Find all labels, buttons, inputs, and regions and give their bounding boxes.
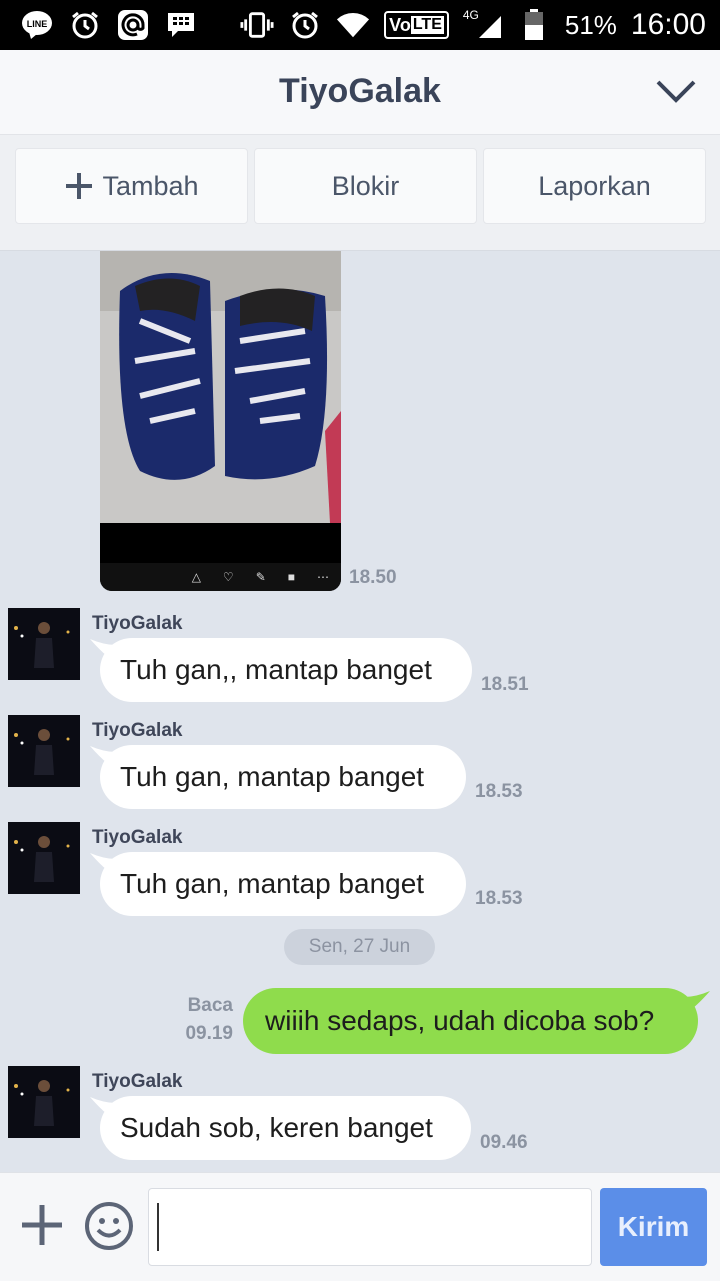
- svg-text:LINE: LINE: [27, 19, 48, 29]
- clock: 16:00: [630, 8, 706, 41]
- avatar[interactable]: [8, 608, 80, 680]
- battery-level: 51%: [564, 9, 617, 40]
- chevron-down-icon[interactable]: [654, 74, 698, 110]
- message-time: 18.51: [481, 674, 529, 695]
- sender-name: TiyoGalak: [92, 613, 183, 634]
- at-icon: [116, 8, 150, 42]
- volte-icon: Vo LTE: [384, 11, 449, 39]
- volte-prefix: Vo: [389, 14, 411, 35]
- avatar[interactable]: [8, 1066, 80, 1138]
- avatar[interactable]: [8, 715, 80, 787]
- send-button[interactable]: Kirim: [600, 1188, 707, 1266]
- add-friend-label: Tambah: [102, 170, 199, 201]
- alarm-icon: [288, 8, 322, 42]
- message-time: 18.50: [349, 567, 397, 588]
- message-bubble[interactable]: Tuh gan, mantap banget: [100, 852, 466, 916]
- sender-name: TiyoGalak: [92, 827, 183, 848]
- message-input[interactable]: [148, 1188, 592, 1266]
- more-icon[interactable]: ⋯: [317, 570, 329, 584]
- outgoing-message-bubble[interactable]: wiiih sedaps, udah dicoba sob?: [243, 988, 698, 1054]
- heart-icon[interactable]: ♡: [223, 570, 234, 584]
- sender-name: TiyoGalak: [92, 720, 183, 741]
- chat-title: TiyoGalak: [279, 72, 441, 110]
- alarm-icon: [68, 8, 102, 42]
- edit-icon[interactable]: ✎: [256, 570, 266, 584]
- plus-icon: [66, 173, 93, 199]
- date-separator: Sen, 27 Jun: [284, 929, 435, 965]
- message-bubble[interactable]: Sudah sob, keren banget: [100, 1096, 471, 1160]
- block-label: Blokir: [331, 170, 400, 201]
- chat-header: TiyoGalak: [0, 50, 720, 135]
- wifi-icon: [336, 8, 370, 42]
- sender-name: TiyoGalak: [92, 1071, 183, 1092]
- message-bubble[interactable]: Tuh gan,, mantap banget: [100, 638, 472, 702]
- shoe-photo: [100, 251, 341, 563]
- chat-area[interactable]: △ ♡ ✎ ■ ⋯ 18.50 TiyoGalak Tuh gan,, mant…: [0, 251, 720, 1172]
- share-icon[interactable]: △: [192, 570, 201, 584]
- message-time: 18.53: [475, 888, 523, 909]
- signal-icon: 4G: [463, 8, 503, 40]
- battery-icon: [517, 8, 551, 42]
- text-cursor: [157, 1203, 159, 1251]
- vibrate-icon: [240, 8, 274, 42]
- message-time: 09.19: [185, 1023, 233, 1044]
- status-bar: LINE Vo LTE 4G 51% 16:00: [0, 0, 720, 50]
- line-icon: LINE: [20, 8, 54, 42]
- input-bar: Kirim: [0, 1172, 720, 1281]
- read-status: Baca: [187, 995, 233, 1016]
- plus-icon[interactable]: [20, 1203, 64, 1247]
- action-bar: Tambah Blokir Laporkan: [0, 135, 720, 251]
- shoe-photo-message[interactable]: △ ♡ ✎ ■ ⋯: [100, 251, 341, 591]
- message-time: 18.53: [475, 781, 523, 802]
- photo-toolbar: △ ♡ ✎ ■ ⋯: [100, 563, 341, 591]
- message-bubble[interactable]: Tuh gan, mantap banget: [100, 745, 466, 809]
- avatar[interactable]: [8, 822, 80, 894]
- volte-label: LTE: [410, 16, 444, 34]
- add-friend-button[interactable]: Tambah: [15, 148, 248, 224]
- report-button[interactable]: Laporkan: [483, 148, 706, 224]
- emoji-icon[interactable]: [84, 1201, 134, 1251]
- bubble-tail: [684, 991, 710, 1015]
- bbm-icon: [164, 8, 198, 42]
- message-time: 09.46: [480, 1132, 528, 1153]
- report-label: Laporkan: [538, 170, 651, 201]
- delete-icon[interactable]: ■: [288, 570, 295, 584]
- block-button[interactable]: Blokir: [254, 148, 477, 224]
